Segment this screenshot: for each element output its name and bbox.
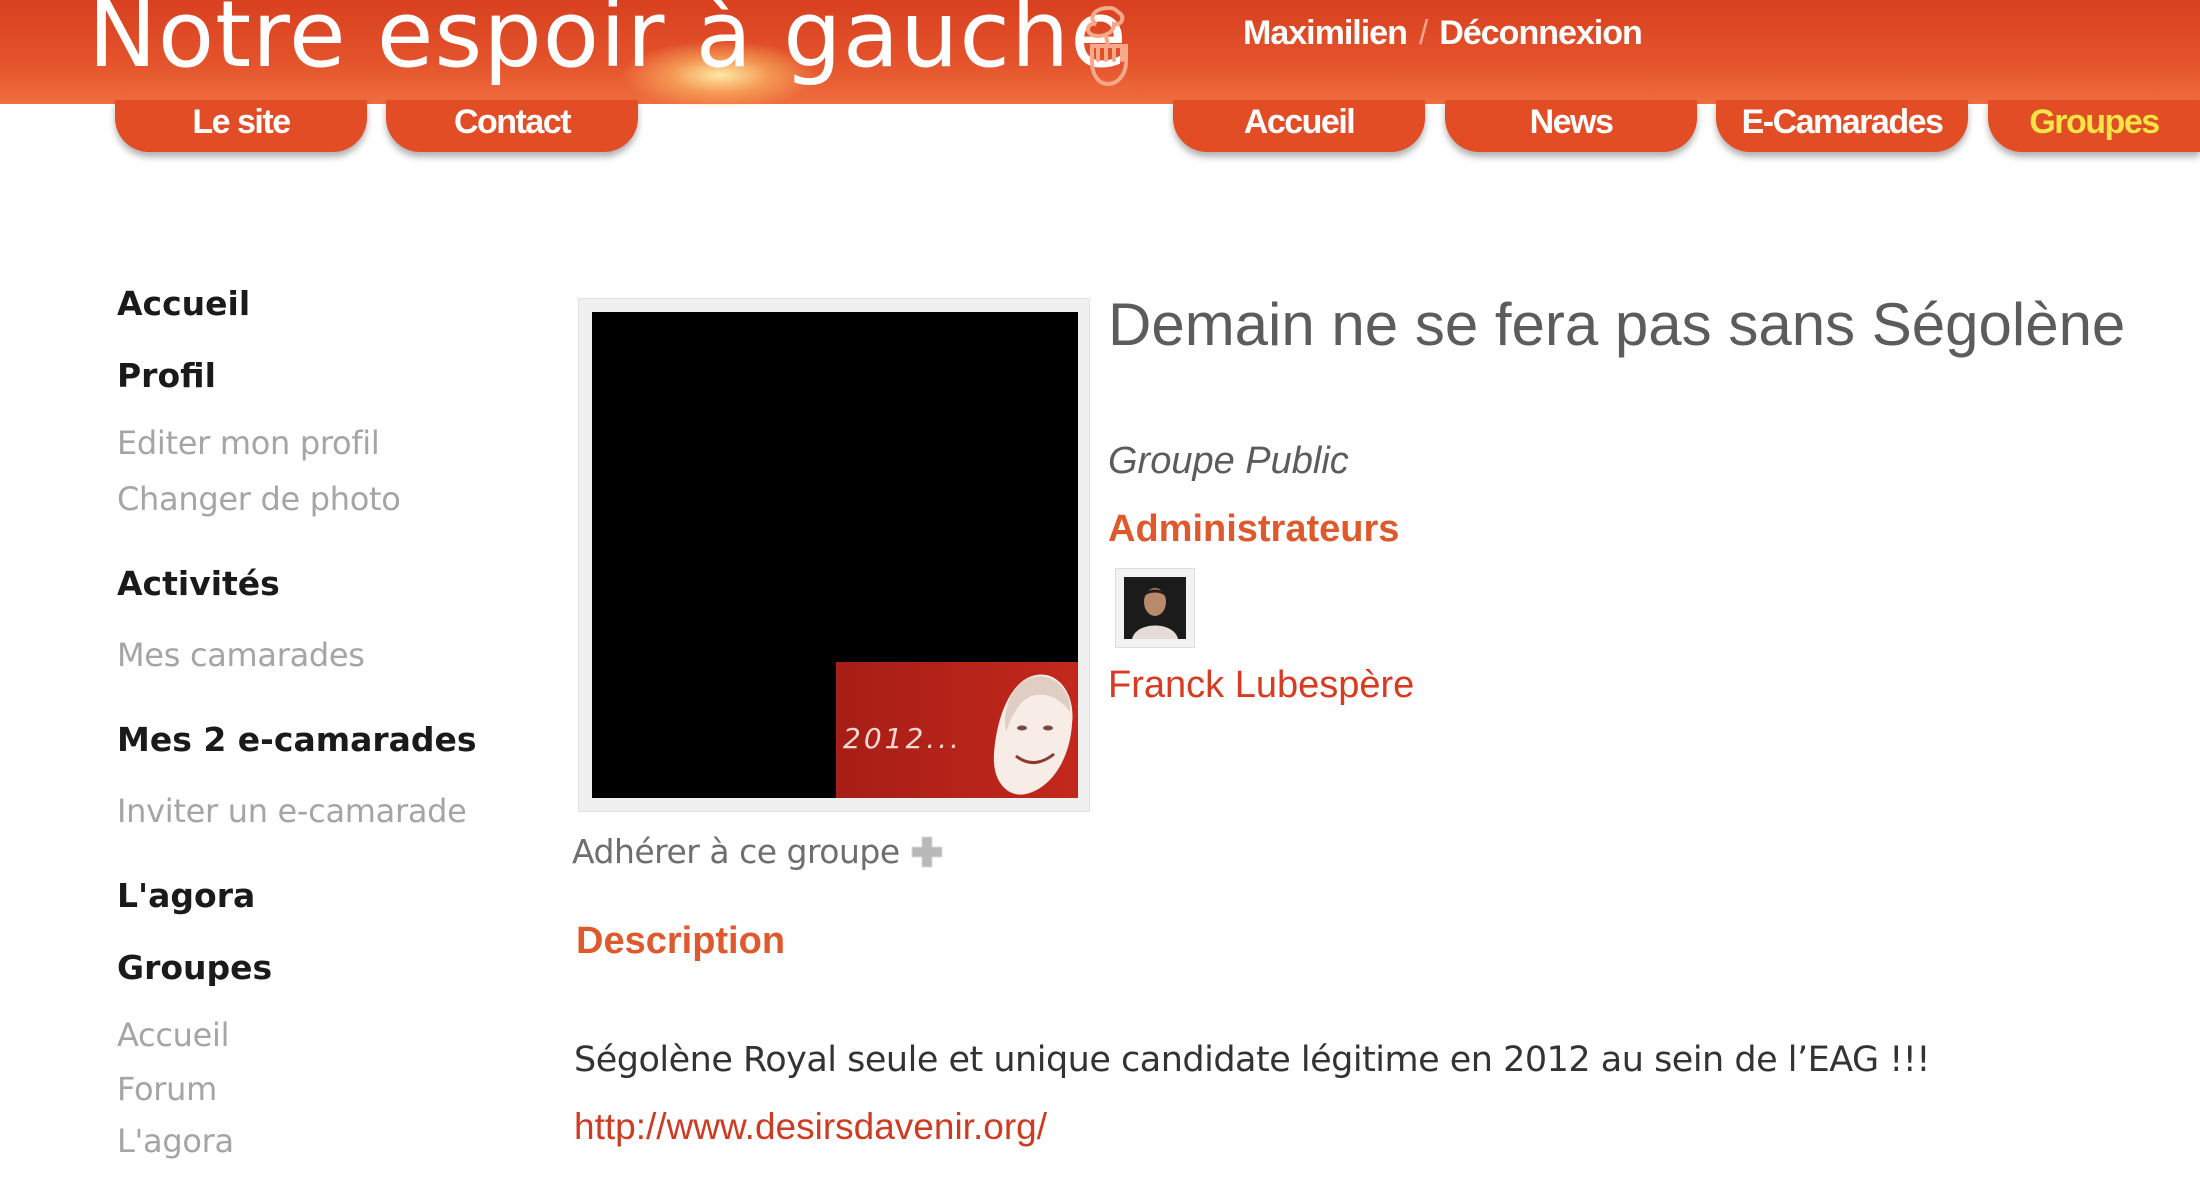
group-image: 2012...	[592, 312, 1078, 798]
tab-news[interactable]: News	[1445, 100, 1697, 152]
sidebar-item-mes-e-camarades[interactable]: Mes 2 e-camarades	[117, 720, 477, 759]
sidebar-item-mes-camarades[interactable]: Mes camarades	[117, 636, 365, 674]
tab-e-camarades[interactable]: E-Camarades	[1716, 100, 1968, 152]
avatar[interactable]	[1115, 568, 1195, 648]
user-links: Maximilien / Déconnexion	[1243, 14, 1643, 53]
sidebar-item-groupes[interactable]: Groupes	[117, 948, 272, 987]
admin-name-link[interactable]: Franck Lubespère	[1108, 664, 1414, 707]
join-group-link[interactable]: Adhérer à ce groupe	[572, 832, 900, 871]
user-links-separator: /	[1418, 14, 1429, 52]
admins-heading: Administrateurs	[1108, 508, 1400, 550]
site-title[interactable]: Notre espoir à gauche	[88, 0, 1128, 88]
group-image-frame: 2012...	[578, 298, 1090, 812]
rose-fist-logo-icon	[1086, 5, 1128, 87]
user-profile-link[interactable]: Maximilien	[1243, 14, 1408, 52]
group-type: Groupe Public	[1108, 440, 1349, 482]
sidebar-item-changer-photo[interactable]: Changer de photo	[117, 480, 401, 518]
description-link[interactable]: http://www.desirsdavenir.org/	[574, 1106, 1047, 1148]
tab-le-site[interactable]: Le site	[115, 100, 367, 152]
plus-icon[interactable]	[910, 835, 944, 869]
sidebar-item-groupes-agora[interactable]: L'agora	[117, 1122, 234, 1160]
portrait-illustration-icon	[993, 674, 1073, 795]
description-heading: Description	[576, 920, 786, 962]
sidebar-item-editer-profil[interactable]: Editer mon profil	[117, 424, 380, 462]
tab-contact[interactable]: Contact	[386, 100, 638, 152]
sidebar-item-agora[interactable]: L'agora	[117, 876, 255, 915]
sidebar-item-groupes-forum[interactable]: Forum	[117, 1070, 217, 1108]
tab-accueil[interactable]: Accueil	[1173, 100, 1425, 152]
tab-groupes[interactable]: Groupes	[1988, 100, 2200, 152]
avatar-photo-icon	[1124, 577, 1186, 639]
group-title: Demain ne se fera pas sans Ségolène	[1108, 291, 2126, 358]
sidebar-item-accueil[interactable]: Accueil	[117, 284, 250, 323]
sidebar-item-inviter-e-camarade[interactable]: Inviter un e-camarade	[117, 792, 467, 830]
sidebar-item-activites[interactable]: Activités	[117, 564, 280, 603]
logout-link[interactable]: Déconnexion	[1439, 14, 1642, 52]
group-image-year: 2012...	[843, 722, 962, 755]
description-text: Ségolène Royal seule et unique candidate…	[574, 1040, 1930, 1080]
sidebar-item-groupes-accueil[interactable]: Accueil	[117, 1016, 229, 1054]
sidebar-item-profil[interactable]: Profil	[117, 356, 216, 395]
